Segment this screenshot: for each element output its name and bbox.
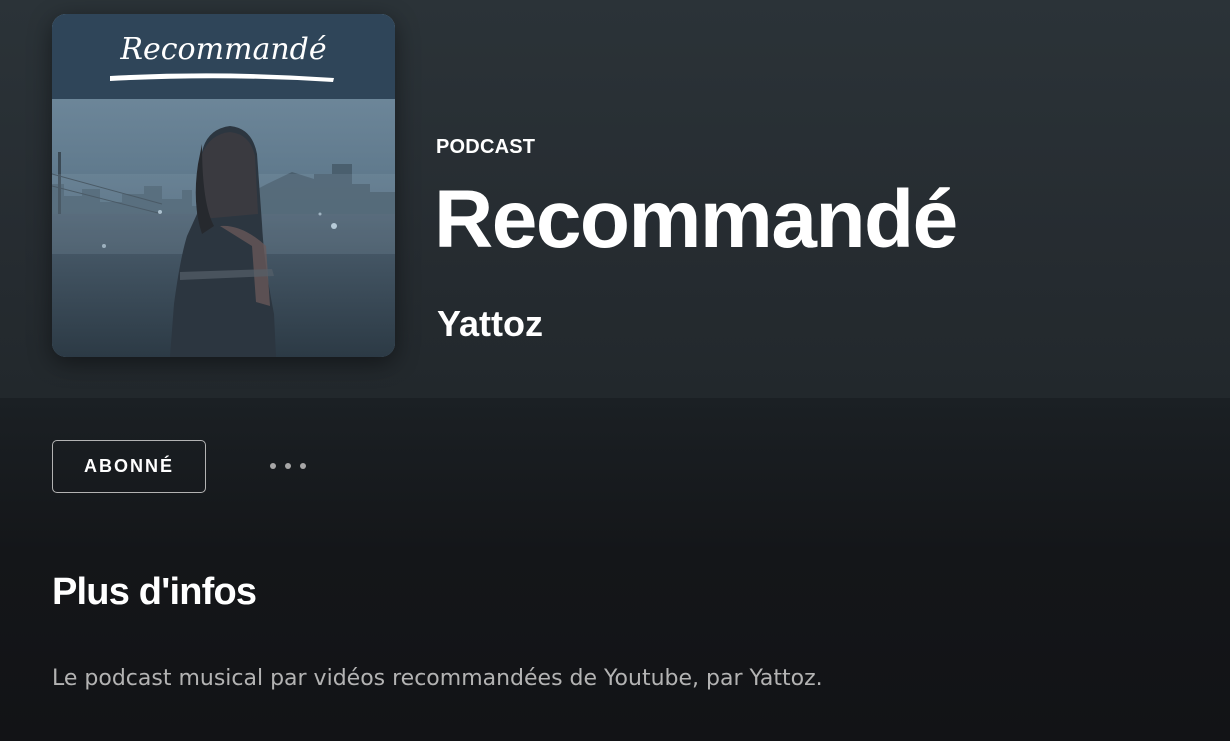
content-type-label: PODCAST bbox=[436, 136, 536, 158]
more-options-icon bbox=[285, 463, 291, 469]
more-options-icon bbox=[300, 463, 306, 469]
author-link[interactable]: Yattoz bbox=[437, 302, 543, 346]
follow-button[interactable]: ABONNÉ bbox=[52, 440, 206, 493]
podcast-page: Recommandé PODCAST Recommandé Yattoz ABO… bbox=[0, 0, 1230, 741]
page-title: Recommandé bbox=[434, 174, 958, 265]
about-heading: Plus d'infos bbox=[52, 571, 257, 613]
cover-banner-text: Recommandé bbox=[120, 32, 327, 67]
more-options-icon bbox=[270, 463, 276, 469]
podcast-cover-art: Recommandé bbox=[52, 14, 395, 357]
more-options-button[interactable] bbox=[256, 448, 320, 484]
podcast-description: Le podcast musical par vidéos recommandé… bbox=[52, 666, 823, 691]
podcast-meta: PODCAST bbox=[436, 134, 535, 160]
